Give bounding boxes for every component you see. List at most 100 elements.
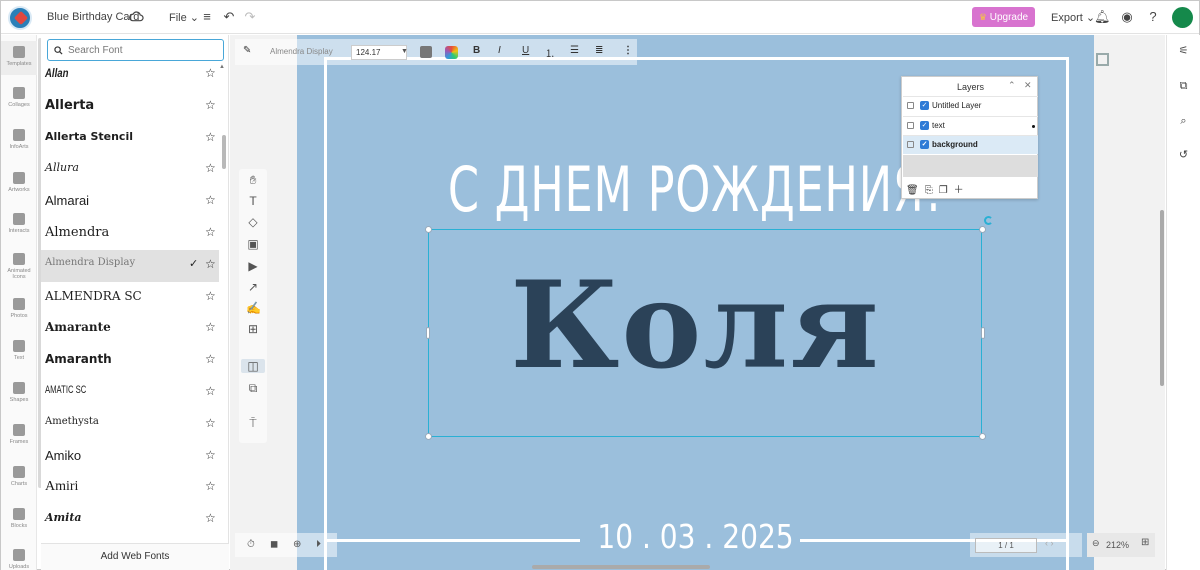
date-text[interactable]: 10 . 03 . 2025 [357, 517, 1034, 556]
rail-item-collages[interactable]: Collages [1, 87, 37, 108]
font-item-allerta-stencil[interactable]: Allerta Stencil ☆ [41, 123, 219, 155]
favorite-star-icon[interactable]: ☆ [205, 98, 216, 112]
rail-item-photos[interactable]: Photos [1, 298, 37, 319]
numbered-list-icon[interactable]: ⒈ [545, 45, 555, 60]
hand-pan-icon[interactable]: ✋︎ [246, 173, 260, 187]
font-item-almendra[interactable]: Almendra ☆ [41, 218, 219, 250]
favorite-star-icon[interactable]: ☆ [205, 257, 216, 271]
favorite-star-icon[interactable]: ☆ [205, 448, 216, 462]
export-menu[interactable]: Export ⌄ [1051, 11, 1095, 24]
bold-icon[interactable]: B [473, 45, 480, 56]
resize-handle-top-left[interactable] [425, 226, 432, 233]
duplicate-layer-icon[interactable]: ❐ [939, 185, 948, 196]
panel-toggle-icon[interactable]: ◫ [241, 359, 265, 373]
favorite-star-icon[interactable]: ☆ [205, 225, 216, 239]
resize-handle-bottom-left[interactable] [425, 433, 432, 440]
resize-handle-left[interactable] [426, 327, 430, 339]
font-item-allan[interactable]: Allan ☆ [41, 63, 219, 91]
favorite-star-icon[interactable]: ☆ [205, 352, 216, 366]
record-video-icon[interactable]: ◼ [270, 539, 278, 550]
italic-icon[interactable]: I [498, 45, 501, 56]
hamburger-menu-icon[interactable]: ≡ [200, 10, 214, 24]
text-color-swatch[interactable] [420, 46, 432, 58]
horizontal-scrollbar[interactable] [532, 565, 710, 569]
font-size-dropdown-icon[interactable]: ▼ [401, 48, 408, 55]
redo-icon[interactable]: ↷ [243, 10, 257, 24]
table-tool-icon[interactable]: ⊞ [246, 322, 260, 336]
rail-item-text[interactable]: Text [1, 340, 37, 361]
favorite-star-icon[interactable]: ☆ [205, 130, 216, 144]
resize-handle-bottom-right[interactable] [979, 433, 986, 440]
layer-row[interactable]: ✓ text [903, 116, 1038, 135]
line-tool-icon[interactable]: ↗ [246, 280, 260, 294]
image-tool-icon[interactable]: ▣ [246, 237, 260, 251]
paint-roller-icon[interactable]: ⍑ [246, 416, 260, 430]
favorite-star-icon[interactable]: ☆ [205, 384, 216, 398]
favorite-star-icon[interactable]: ☆ [205, 161, 216, 175]
palette-icon[interactable] [445, 46, 458, 59]
rail-item-uploads[interactable]: Uploads [1, 549, 37, 570]
lock-icon[interactable] [907, 141, 914, 148]
app-logo[interactable] [8, 6, 32, 30]
birthday-heading-text[interactable]: С ДНЕМ РОЖДЕНИЯ! [409, 153, 983, 226]
resize-handle-right[interactable] [981, 327, 985, 339]
delete-layer-icon[interactable]: 🗑︎ [906, 185, 919, 196]
lock-icon[interactable] [907, 102, 914, 109]
draw-tool-icon[interactable]: ✍ [246, 301, 261, 315]
zoom-out-icon[interactable]: ⊖ [1092, 538, 1100, 549]
text-tool-icon[interactable]: T [246, 194, 260, 208]
play-preview-icon[interactable]: ⏵ [316, 539, 321, 550]
rail-item-shapes[interactable]: Shapes [1, 382, 37, 403]
underline-icon[interactable]: U [522, 45, 529, 56]
favorite-star-icon[interactable]: ☆ [205, 66, 216, 80]
add-layer-icon[interactable]: ＋ [954, 185, 964, 196]
font-panel-scrollbar[interactable] [222, 135, 226, 169]
font-item-allura[interactable]: Allura ☆ [41, 154, 219, 186]
bullet-list-icon[interactable]: ☰ [570, 45, 579, 56]
edit-pencil-icon[interactable]: ✎ [243, 45, 251, 56]
lock-icon[interactable] [907, 122, 914, 129]
font-item-amiri[interactable]: Amiri ☆ [41, 472, 219, 504]
cloud-sync-icon[interactable] [129, 10, 144, 22]
font-family-selector[interactable]: Almendra Display [270, 47, 333, 56]
font-item-allerta[interactable]: Allerta ☆ [41, 91, 219, 123]
collapse-icon[interactable]: ⌃ [1008, 80, 1016, 91]
font-item-amaranth[interactable]: Amaranth ☆ [41, 345, 219, 377]
visibility-checkbox[interactable]: ✓ [920, 140, 929, 149]
align-center-icon[interactable]: ≣ [595, 45, 603, 56]
more-options-icon[interactable]: ⋮ [623, 45, 633, 56]
timer-icon[interactable]: ⏱︎ [247, 539, 255, 550]
history-icon[interactable]: ↺ [1177, 149, 1190, 162]
favorite-star-icon[interactable]: ☆ [205, 320, 216, 334]
add-web-fonts-button[interactable]: Add Web Fonts [41, 543, 229, 570]
panel-scroll-up-icon[interactable]: ▲ [219, 64, 225, 70]
rail-item-templates[interactable]: Templates [1, 41, 37, 75]
file-menu[interactable]: File ⌄ [169, 11, 199, 24]
rail-item-animated-icons[interactable]: Animated Icons [1, 253, 37, 280]
page-indicator[interactable]: 1 / 1 [975, 538, 1037, 553]
font-item-amethysta[interactable]: Amethysta ☆ [41, 409, 219, 441]
merge-layer-icon[interactable]: ⎘ [925, 185, 933, 196]
shapes-tool-icon[interactable]: ◇ [246, 215, 260, 229]
font-item-amiko[interactable]: Amiko ☆ [41, 441, 219, 473]
help-icon[interactable]: ? [1146, 10, 1160, 24]
rail-item-artworks[interactable]: Artworks [1, 172, 37, 193]
vertical-scrollbar[interactable] [1160, 210, 1164, 386]
video-tool-icon[interactable]: ▶ [246, 259, 260, 273]
favorite-star-icon[interactable]: ☆ [205, 511, 216, 525]
undo-icon[interactable]: ↶ [222, 10, 236, 24]
page-prev-next-icon[interactable]: ‹ › [1045, 538, 1054, 548]
bell-icon[interactable]: 🔔︎ [1094, 10, 1111, 24]
zoom-level[interactable]: 212% [1106, 540, 1129, 550]
rail-item-interacts[interactable]: Interacts [1, 213, 37, 234]
preview-eye-icon[interactable]: ◉ [1120, 10, 1134, 24]
rail-item-infoarts[interactable]: InfoArts [1, 129, 37, 150]
add-elements-icon[interactable]: ⧉ [246, 381, 260, 395]
resize-handle-top-right[interactable] [979, 226, 986, 233]
close-icon[interactable]: ✕ [1024, 80, 1032, 91]
rail-item-charts[interactable]: Charts [1, 466, 37, 487]
layer-row[interactable]: ✓ Untitled Layer [903, 96, 1038, 115]
favorite-star-icon[interactable]: ☆ [205, 416, 216, 430]
font-item-almarai[interactable]: Almarai ☆ [41, 186, 219, 218]
zoom-fit-icon[interactable]: ⊕ [293, 539, 301, 550]
